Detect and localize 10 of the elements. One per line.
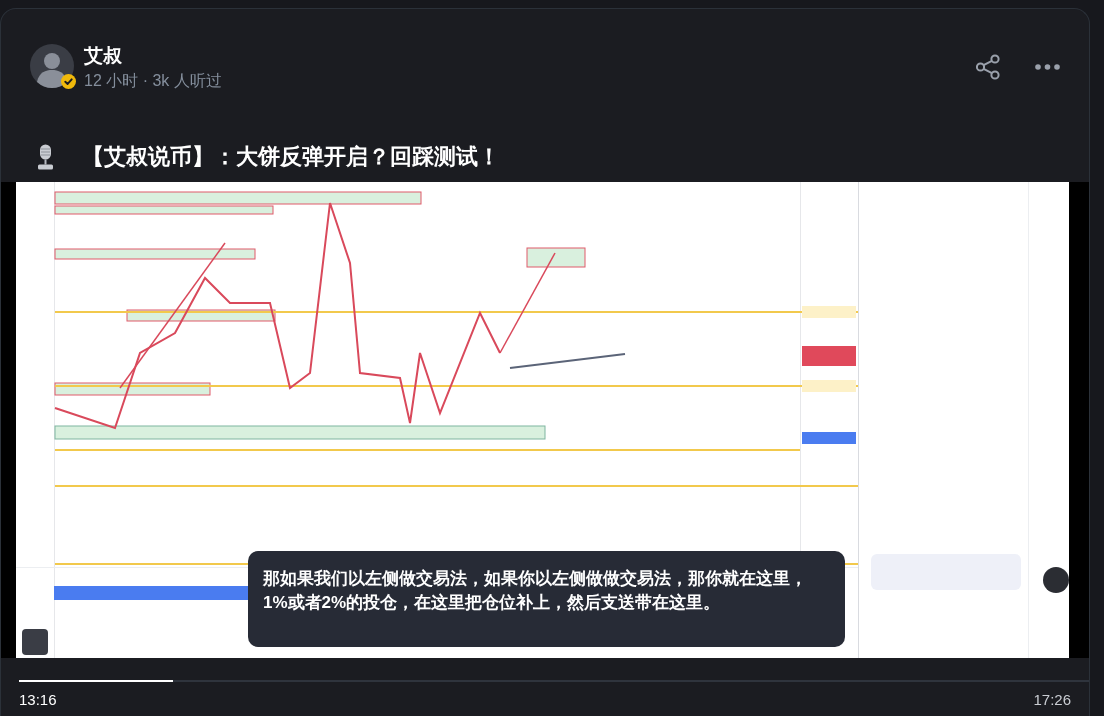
author-name[interactable]: 艾叔 [84,44,122,68]
post-title: 【艾叔说币】：大饼反弹开启？回踩测试！ [82,143,500,171]
current-time: 13:16 [19,690,57,710]
post-meta: 12 小时 · 3k 人听过 [84,71,222,91]
share-icon[interactable] [975,54,1001,80]
video-duration: 17:26 [1033,690,1071,710]
more-options-icon[interactable] [1035,64,1060,70]
subtitle-caption: 那如果我们以左侧做交易法，如果你以左侧做做交易法，那你就在这里，1%或者2%的投仓，在这里把仓位补上，然后支送带在这里。 [263,568,808,614]
avatar-icon[interactable] [30,44,74,88]
microphone-icon [37,144,54,170]
